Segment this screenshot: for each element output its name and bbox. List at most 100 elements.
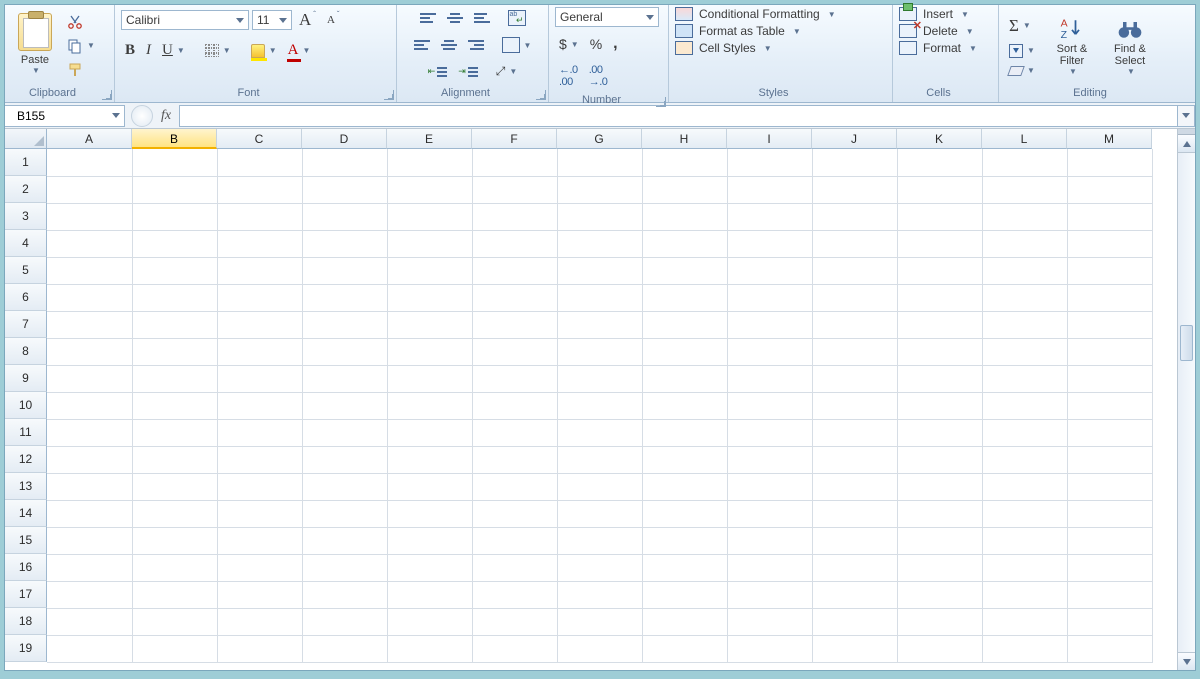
cell[interactable] xyxy=(217,581,302,608)
cell[interactable] xyxy=(812,608,897,635)
cell[interactable] xyxy=(472,419,557,446)
cell[interactable] xyxy=(472,500,557,527)
number-format-combo[interactable]: General xyxy=(555,7,659,27)
cell[interactable] xyxy=(302,527,387,554)
format-cells-button[interactable]: Format▼ xyxy=(899,41,977,55)
column-header-D[interactable]: D xyxy=(302,129,387,149)
cell[interactable] xyxy=(897,203,982,230)
cell[interactable] xyxy=(387,554,472,581)
row-header-13[interactable]: 13 xyxy=(5,473,47,500)
cell[interactable] xyxy=(132,203,217,230)
borders-button[interactable]: ▼ xyxy=(201,41,235,61)
cell[interactable] xyxy=(897,149,982,176)
cell[interactable] xyxy=(812,446,897,473)
cell[interactable] xyxy=(727,149,812,176)
cell[interactable] xyxy=(302,365,387,392)
cell[interactable] xyxy=(472,203,557,230)
cell[interactable] xyxy=(387,446,472,473)
cell[interactable] xyxy=(132,230,217,257)
cell[interactable] xyxy=(982,365,1067,392)
cell[interactable] xyxy=(1067,635,1152,662)
row-header-14[interactable]: 14 xyxy=(5,500,47,527)
cell[interactable] xyxy=(557,365,642,392)
column-header-A[interactable]: A xyxy=(47,129,132,149)
fill-button[interactable]: ▼ xyxy=(1005,41,1039,61)
cell[interactable] xyxy=(47,338,132,365)
cell[interactable] xyxy=(727,581,812,608)
cell[interactable] xyxy=(727,392,812,419)
cell[interactable] xyxy=(897,554,982,581)
cell[interactable] xyxy=(472,149,557,176)
cell[interactable] xyxy=(132,527,217,554)
cell[interactable] xyxy=(982,230,1067,257)
cell[interactable] xyxy=(387,176,472,203)
cell[interactable] xyxy=(217,257,302,284)
cell[interactable] xyxy=(302,635,387,662)
cell[interactable] xyxy=(217,149,302,176)
cell[interactable] xyxy=(132,311,217,338)
cell[interactable] xyxy=(727,473,812,500)
cell[interactable] xyxy=(982,500,1067,527)
font-color-button[interactable]: A▼ xyxy=(284,39,315,62)
cell[interactable] xyxy=(1067,365,1152,392)
cell[interactable] xyxy=(982,203,1067,230)
align-top-button[interactable] xyxy=(416,10,440,26)
sort-filter-button[interactable]: AZ Sort & Filter▼ xyxy=(1047,12,1097,79)
cell[interactable] xyxy=(47,554,132,581)
row-header-8[interactable]: 8 xyxy=(5,338,47,365)
cell[interactable] xyxy=(642,149,727,176)
scroll-up-button[interactable] xyxy=(1178,135,1195,153)
cell[interactable] xyxy=(642,608,727,635)
cell[interactable] xyxy=(812,500,897,527)
orientation-button[interactable]: ⤢▼ xyxy=(492,61,522,82)
cell[interactable] xyxy=(47,419,132,446)
cell[interactable] xyxy=(897,635,982,662)
cell[interactable] xyxy=(1067,392,1152,419)
cell[interactable] xyxy=(387,392,472,419)
cell[interactable] xyxy=(217,311,302,338)
cell[interactable] xyxy=(302,473,387,500)
cell[interactable] xyxy=(1067,338,1152,365)
cell[interactable] xyxy=(47,311,132,338)
grow-font-button[interactable]: Aˆ xyxy=(295,7,320,33)
cell[interactable] xyxy=(557,446,642,473)
cell[interactable] xyxy=(982,581,1067,608)
cell[interactable] xyxy=(642,446,727,473)
cell[interactable] xyxy=(1067,446,1152,473)
autosum-button[interactable]: Σ▼ xyxy=(1005,13,1039,39)
cell[interactable] xyxy=(982,176,1067,203)
cell[interactable] xyxy=(982,419,1067,446)
font-name-combo[interactable]: Calibri xyxy=(121,10,249,30)
cell[interactable] xyxy=(642,176,727,203)
cell[interactable] xyxy=(472,392,557,419)
cell[interactable] xyxy=(217,608,302,635)
cell[interactable] xyxy=(387,365,472,392)
column-header-E[interactable]: E xyxy=(387,129,472,149)
cell[interactable] xyxy=(812,203,897,230)
cell[interactable] xyxy=(217,419,302,446)
cell[interactable] xyxy=(557,149,642,176)
cell[interactable] xyxy=(1067,419,1152,446)
cell[interactable] xyxy=(302,554,387,581)
cell[interactable] xyxy=(47,365,132,392)
cell[interactable] xyxy=(132,635,217,662)
cell[interactable] xyxy=(387,230,472,257)
cell[interactable] xyxy=(217,338,302,365)
cell[interactable] xyxy=(812,365,897,392)
cell[interactable] xyxy=(1067,581,1152,608)
cell[interactable] xyxy=(642,230,727,257)
cell[interactable] xyxy=(727,554,812,581)
cell[interactable] xyxy=(387,419,472,446)
cell[interactable] xyxy=(727,608,812,635)
cell[interactable] xyxy=(982,635,1067,662)
cell[interactable] xyxy=(727,284,812,311)
cell[interactable] xyxy=(302,230,387,257)
cell[interactable] xyxy=(982,311,1067,338)
cell[interactable] xyxy=(47,149,132,176)
cell[interactable] xyxy=(387,338,472,365)
cell[interactable] xyxy=(727,419,812,446)
cell[interactable] xyxy=(302,176,387,203)
cell[interactable] xyxy=(982,338,1067,365)
cut-button[interactable] xyxy=(63,11,99,33)
cell[interactable] xyxy=(897,581,982,608)
